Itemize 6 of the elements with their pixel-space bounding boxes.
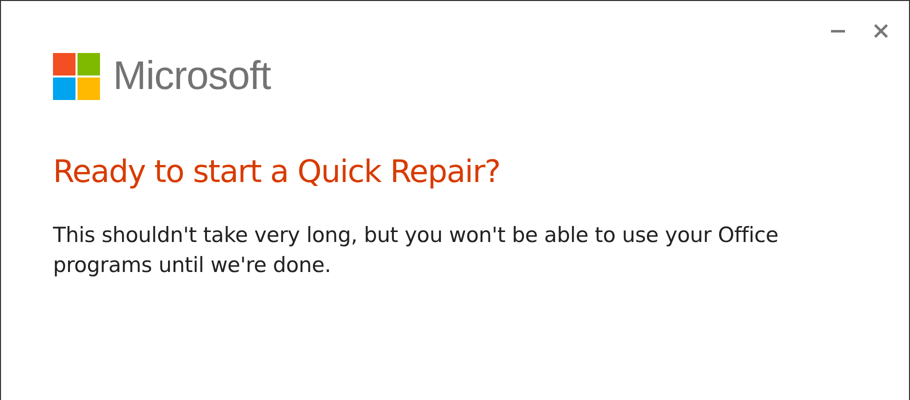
logo-text: Microsoft: [113, 54, 271, 99]
close-icon: [873, 23, 889, 39]
dialog-heading: Ready to start a Quick Repair?: [53, 154, 502, 190]
dialog-message: This shouldn't take very long, but you won't be able to use your Office programs until we're done.: [53, 222, 780, 279]
logo-icon: [53, 53, 100, 100]
minimize-icon: [831, 30, 845, 32]
